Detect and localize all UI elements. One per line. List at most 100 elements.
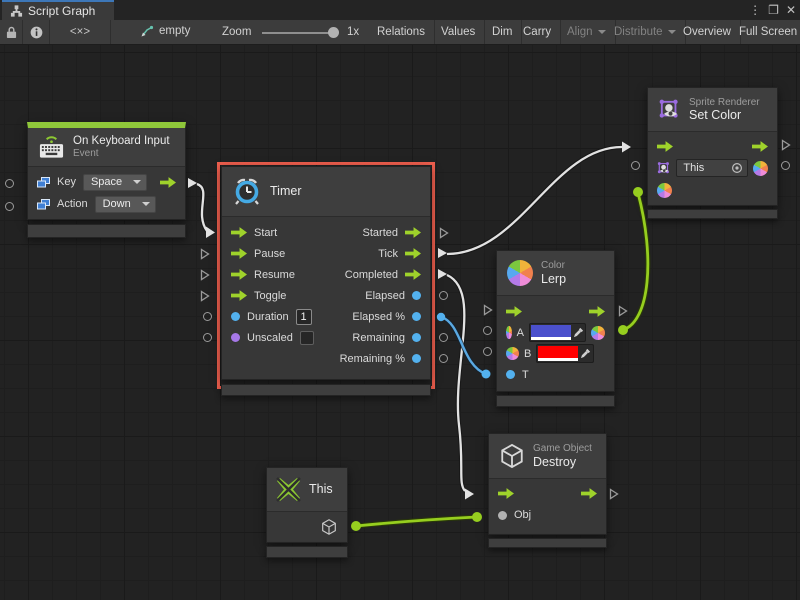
color-port-icon[interactable]	[591, 326, 605, 340]
code-view-button[interactable]: <×>	[50, 20, 111, 44]
node-color-lerp[interactable]: Color Lerp A	[496, 250, 615, 407]
window-menu-icon[interactable]: ⋮	[749, 1, 761, 19]
node-timer[interactable]: Timer Start Started Pause Tick	[217, 162, 435, 389]
graph-icon	[10, 5, 23, 17]
node-set-color[interactable]: Sprite Renderer Set Color	[647, 87, 778, 219]
port-keyboard-flow-out[interactable]	[188, 178, 197, 188]
lock-button[interactable]	[0, 20, 23, 44]
node-on-keyboard-input[interactable]: On Keyboard Input Event Key	[27, 122, 186, 238]
tab-bar: Script Graph ⋮ ❐ ✕	[0, 0, 800, 20]
tab-script-graph[interactable]: Script Graph	[2, 0, 114, 20]
port-tick-out[interactable]	[438, 248, 447, 258]
cube-port-icon[interactable]	[320, 518, 338, 536]
port-label: Unscaled	[247, 332, 293, 344]
port-lerp-flow-out[interactable]	[618, 305, 628, 317]
data-port-icon[interactable]	[506, 370, 515, 379]
color-port-icon[interactable]	[753, 161, 768, 176]
graph-canvas[interactable]: On Keyboard Input Event Key	[0, 45, 800, 600]
port-destroy-flow-out[interactable]	[609, 488, 619, 500]
action-dropdown[interactable]: Down	[95, 196, 156, 213]
values-button[interactable]: Values	[432, 20, 485, 44]
color-port-icon[interactable]	[506, 347, 519, 360]
flow-arrow-icon[interactable]	[589, 306, 605, 317]
port-row-color	[648, 179, 777, 201]
eyedropper-icon[interactable]	[580, 348, 591, 359]
fullscreen-button[interactable]: Full Screen	[730, 20, 800, 44]
port-lerp-flow-in[interactable]	[483, 304, 493, 316]
close-icon[interactable]: ✕	[786, 1, 796, 19]
port-completed-out[interactable]	[438, 269, 447, 279]
flow-arrow-icon[interactable]	[581, 488, 597, 499]
zoom-slider-knob[interactable]	[328, 27, 339, 38]
port-lerp-b-in[interactable]	[483, 347, 492, 356]
wire-tick-to-setcolor[interactable]	[447, 147, 622, 254]
port-setcolor-target-in[interactable]	[631, 161, 640, 170]
maximize-icon[interactable]: ❐	[768, 1, 779, 19]
port-unscaled-in[interactable]	[203, 333, 212, 342]
color-port-icon[interactable]	[506, 326, 512, 339]
node-footer	[647, 209, 778, 219]
wire-keyboard-to-start[interactable]	[197, 184, 207, 231]
port-row: Toggle Elapsed	[222, 285, 430, 306]
info-button[interactable]	[23, 20, 50, 44]
data-port-icon[interactable]	[231, 312, 240, 321]
node-destroy[interactable]: Game Object Destroy Obj	[488, 433, 607, 548]
port-lerp-a-in[interactable]	[483, 326, 492, 335]
data-port-icon[interactable]	[231, 333, 240, 342]
port-resume-in[interactable]	[200, 269, 210, 281]
port-remaining-out[interactable]	[439, 333, 448, 342]
color-b-field[interactable]	[536, 344, 594, 363]
wire-completed-to-destroy[interactable]	[447, 275, 465, 491]
port-action-input[interactable]	[5, 202, 14, 211]
graph-toolbar: <×> empty Zoom 1x Relations Values Dim C…	[0, 20, 800, 45]
port-elapsed-out[interactable]	[439, 291, 448, 300]
data-port-icon[interactable]	[498, 511, 507, 520]
flow-arrow-icon[interactable]	[506, 306, 522, 317]
flow-arrow-icon[interactable]	[160, 177, 176, 188]
flow-arrow-icon[interactable]	[231, 248, 247, 259]
key-dropdown[interactable]: Space	[83, 174, 147, 191]
literal-icon	[37, 199, 50, 210]
port-label: Remaining %	[340, 353, 405, 365]
flow-arrow-icon[interactable]	[231, 290, 247, 301]
port-pause-in[interactable]	[200, 248, 210, 260]
object-picker-icon[interactable]	[731, 162, 743, 174]
flow-arrow-icon[interactable]	[231, 269, 247, 280]
flow-arrow-icon[interactable]	[405, 227, 421, 238]
carry-button[interactable]: Carry	[514, 20, 561, 44]
b-label: B	[524, 348, 531, 360]
port-duration-in[interactable]	[203, 312, 212, 321]
port-started-out[interactable]	[439, 227, 449, 239]
flow-arrow-icon[interactable]	[657, 141, 673, 152]
flow-arrow-icon[interactable]	[231, 227, 247, 238]
unscaled-checkbox[interactable]	[300, 331, 314, 345]
target-object-field[interactable]: This	[676, 159, 748, 177]
port-toggle-in[interactable]	[200, 290, 210, 302]
flow-arrow-icon[interactable]	[752, 141, 768, 152]
flow-arrow-icon[interactable]	[405, 269, 421, 280]
port-label: Duration	[247, 311, 289, 323]
duration-value-field[interactable]: 1	[296, 309, 312, 325]
port-label: Resume	[254, 269, 295, 281]
data-port-icon[interactable]	[412, 291, 421, 300]
relations-button[interactable]: Relations	[368, 20, 435, 44]
flow-arrow-icon[interactable]	[498, 488, 514, 499]
data-port-icon[interactable]	[412, 333, 421, 342]
flow-arrow-icon[interactable]	[405, 248, 421, 259]
data-port-icon[interactable]	[412, 312, 421, 321]
port-setcolor-flow-out[interactable]	[781, 139, 791, 151]
sprite-renderer-icon[interactable]	[657, 161, 671, 176]
node-this[interactable]: This	[266, 467, 348, 558]
key-label: Key	[57, 176, 76, 188]
color-port-icon[interactable]	[657, 183, 672, 198]
color-a-field[interactable]	[529, 323, 586, 342]
port-remaining-pct-out[interactable]	[439, 354, 448, 363]
eyedropper-icon[interactable]	[573, 327, 584, 338]
node-title: Set Color	[689, 108, 760, 122]
zoom-slider[interactable]	[262, 32, 338, 34]
port-setcolor-color-out[interactable]	[781, 161, 790, 170]
port-label: Start	[254, 227, 277, 239]
port-key-input[interactable]	[5, 179, 14, 188]
data-port-icon[interactable]	[412, 354, 421, 363]
wire-this-to-obj[interactable]	[356, 517, 477, 526]
